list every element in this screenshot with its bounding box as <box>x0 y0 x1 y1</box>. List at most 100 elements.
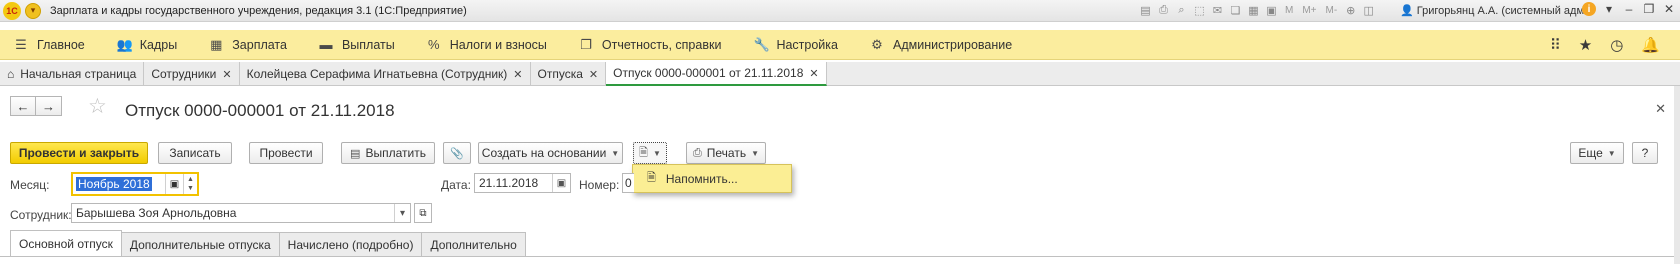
tabs-divider <box>0 256 1680 257</box>
favorites-star-icon[interactable]: ★ <box>1579 36 1592 54</box>
back-button[interactable]: ← <box>10 96 36 116</box>
calendar-icon[interactable]: ▣ <box>165 174 183 194</box>
more-button[interactable]: Еще ▼ <box>1570 142 1624 164</box>
1c-logo-icon[interactable]: 1С <box>3 1 21 20</box>
reminder-icon: 🗎 <box>647 172 656 184</box>
tab-main-vacation[interactable]: Основной отпуск <box>10 230 122 256</box>
save-icon[interactable]: ▤ <box>1138 3 1153 18</box>
chevron-down-icon: ▼ <box>611 148 620 158</box>
tab-employee-card[interactable]: Колейцева Серафима Игнатьевна (Сотрудник… <box>240 62 531 86</box>
apps-grid-icon[interactable]: ⠿ <box>1550 36 1561 54</box>
close-icon[interactable]: ✕ <box>809 67 818 80</box>
section-taxes[interactable]: % Налоги и взносы <box>427 37 547 52</box>
section-settings[interactable]: 🔧 Настройка <box>753 37 838 53</box>
spin-down-icon[interactable]: ▼ <box>187 184 194 193</box>
attachments-button[interactable]: 📎 <box>443 142 471 164</box>
minimize-button[interactable]: – <box>1622 2 1636 16</box>
section-label: Зарплата <box>232 37 287 52</box>
calculator-icon: ▦ <box>210 36 223 52</box>
section-payments[interactable]: ▬ Выплаты <box>319 37 394 52</box>
tab-employees[interactable]: Сотрудники ✕ <box>144 62 240 86</box>
close-icon[interactable]: ✕ <box>513 68 522 81</box>
print-icon[interactable]: ⎙ <box>1156 3 1171 18</box>
dropdown-arrow-icon[interactable]: ▾ <box>394 204 410 222</box>
tab-label: Сотрудники <box>151 67 217 81</box>
close-window-button[interactable]: ✕ <box>1662 2 1676 16</box>
related-documents-button[interactable]: 🗎 ▼ <box>633 142 667 164</box>
close-icon[interactable]: ✕ <box>222 68 231 81</box>
history-icon[interactable]: ◷ <box>1610 36 1623 54</box>
tab-accrued-details[interactable]: Начислено (подробно) <box>278 232 423 256</box>
section-admin[interactable]: ⚙ Администрирование <box>870 37 1012 53</box>
attach-icon[interactable]: ⬚ <box>1192 3 1207 18</box>
post-and-close-button[interactable]: Провести и закрыть <box>10 142 148 164</box>
table-icon[interactable]: ▦ <box>1246 3 1261 18</box>
notifications-bell-icon[interactable]: 🔔 <box>1641 36 1660 54</box>
info-icon[interactable]: i <box>1582 2 1596 16</box>
section-label: Налоги и взносы <box>449 37 547 52</box>
create-based-on-button[interactable]: Создать на основании ▼ <box>478 142 623 164</box>
paperclip-icon: 📎 <box>450 147 464 160</box>
employee-label: Сотрудник: <box>10 208 72 222</box>
date-value: 21.11.2018 <box>479 176 539 190</box>
employee-field[interactable]: Барышева Зоя Арнольдовна ▾ <box>71 203 411 223</box>
section-label: Настройка <box>776 37 838 52</box>
section-reports[interactable]: ❐ Отчетность, справки <box>579 37 721 53</box>
home-icon: ⌂ <box>7 67 15 81</box>
zoom-icon[interactable]: ⊕ <box>1343 3 1358 18</box>
post-button[interactable]: Провести <box>249 142 323 164</box>
close-icon[interactable]: ✕ <box>589 68 598 81</box>
remind-menu-item[interactable]: Напомнить... <box>666 172 738 186</box>
tab-label: Начальная страница <box>20 67 137 81</box>
tab-home[interactable]: ⌂ Начальная страница <box>0 62 145 86</box>
memory-m-button[interactable]: M <box>1282 5 1296 16</box>
pay-icon: ▤ <box>350 147 361 160</box>
copy-icon[interactable]: ❏ <box>1228 3 1243 18</box>
main-menu-icon[interactable]: ▾ <box>25 2 41 19</box>
calendar-icon[interactable]: ▣ <box>552 174 570 192</box>
window-title: Зарплата и кадры государственного учрежд… <box>50 4 467 17</box>
month-field[interactable]: Ноябрь 2018 ▣ ▲ ▼ <box>71 172 199 196</box>
calendar-icon[interactable]: ▣ <box>1264 3 1279 18</box>
navigation-buttons: ← → <box>10 96 62 116</box>
save-button[interactable]: Записать <box>158 142 232 164</box>
close-form-icon[interactable]: ✕ <box>1655 101 1666 117</box>
window-title-bar: 1С ▾ Зарплата и кадры государственного у… <box>0 0 1680 22</box>
panels-icon[interactable]: ◫ <box>1361 3 1376 18</box>
more-label: Еще <box>1578 146 1603 160</box>
restore-button[interactable]: ❐ <box>1642 2 1656 16</box>
tab-additional-vacations[interactable]: Дополнительные отпуска <box>120 232 280 256</box>
open-employee-button[interactable]: ⧉ <box>414 203 432 223</box>
tab-additional[interactable]: Дополнительно <box>421 232 526 256</box>
favorite-star-icon[interactable]: ☆ <box>88 94 107 119</box>
number-field[interactable]: 0 <box>622 173 634 193</box>
memory-plus-button[interactable]: M+ <box>1299 5 1319 16</box>
documents-icon: 🗎 <box>639 146 648 159</box>
memory-minus-button[interactable]: M- <box>1323 5 1341 16</box>
section-hr[interactable]: 👥 Кадры <box>117 37 177 53</box>
mail-icon[interactable]: ✉ <box>1210 3 1225 18</box>
open-windows-tabs: ⌂ Начальная страница Сотрудники ✕ Колейцев… <box>0 62 1680 86</box>
help-button[interactable]: ? <box>1632 142 1658 164</box>
print-button[interactable]: ⎙ Печать ▼ <box>686 142 766 164</box>
month-label: Месяц: <box>10 178 50 192</box>
section-main[interactable]: ☰ Главное <box>14 37 85 53</box>
preview-icon[interactable]: ⌕ <box>1174 3 1189 18</box>
form-page-tabs: Основной отпуск Дополнительные отпуска Н… <box>10 230 526 256</box>
tab-vacation-document[interactable]: Отпуск 0000-000001 от 21.11.2018 ✕ <box>606 62 827 86</box>
forward-button[interactable]: → <box>36 96 62 116</box>
section-label: Администрирование <box>892 37 1013 52</box>
date-field[interactable]: 21.11.2018 ▣ <box>474 173 571 193</box>
info-dropdown-icon[interactable]: ▾ <box>1602 2 1616 16</box>
month-spinner[interactable]: ▲ ▼ <box>183 174 197 194</box>
tab-vacations[interactable]: Отпуска ✕ <box>531 62 607 86</box>
tab-label: Отпуска <box>537 67 583 81</box>
vertical-scrollbar[interactable] <box>1674 86 1680 264</box>
pay-button[interactable]: ▤ Выплатить <box>341 142 435 164</box>
spin-up-icon[interactable]: ▲ <box>187 175 194 184</box>
section-salary[interactable]: ▦ Зарплата <box>209 37 287 53</box>
remind-popup-menu: 🗎 Напомнить... <box>632 164 792 193</box>
number-value: 0 <box>625 176 632 190</box>
chevron-down-icon: ▼ <box>652 148 661 158</box>
current-user[interactable]: 👤 Григорьянц А.А. (системный адм... <box>1400 4 1593 17</box>
